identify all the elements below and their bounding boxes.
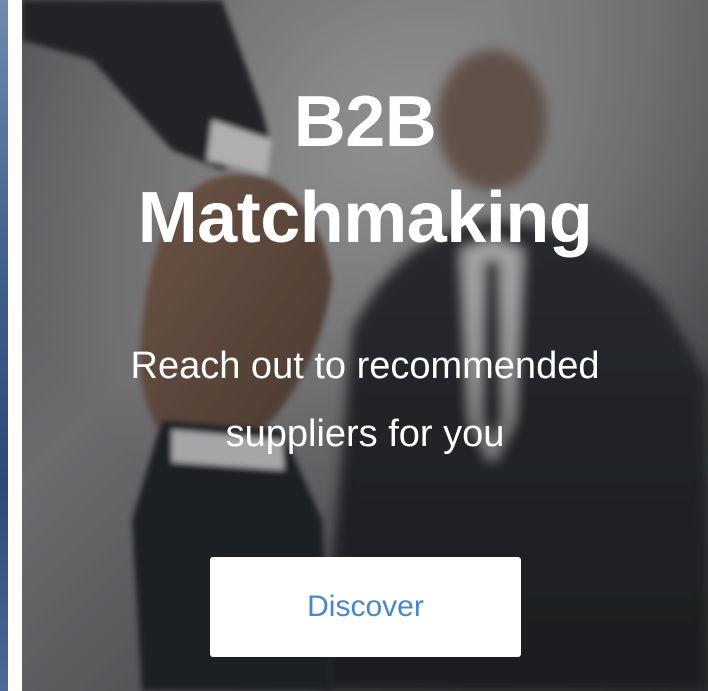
hero-subtitle: Reach out to recommended suppliers for y…	[92, 332, 638, 468]
hero-subtitle-line-1: Reach out to recommended	[130, 345, 600, 387]
hero-subtitle-line-2: suppliers for you	[225, 413, 505, 455]
carousel: B2B Matchmaking Reach out to recommended…	[0, 0, 708, 691]
discover-button[interactable]: Discover	[210, 557, 521, 657]
hero-title: B2B Matchmaking	[22, 74, 708, 266]
previous-card-edge[interactable]	[0, 0, 8, 691]
card-gap	[8, 0, 22, 691]
b2b-matchmaking-card[interactable]: B2B Matchmaking Reach out to recommended…	[22, 0, 708, 691]
hero-content: B2B Matchmaking Reach out to recommended…	[22, 0, 708, 691]
hero-title-line-2: Matchmaking	[137, 178, 593, 258]
hero-title-line-1: B2B	[293, 82, 437, 162]
